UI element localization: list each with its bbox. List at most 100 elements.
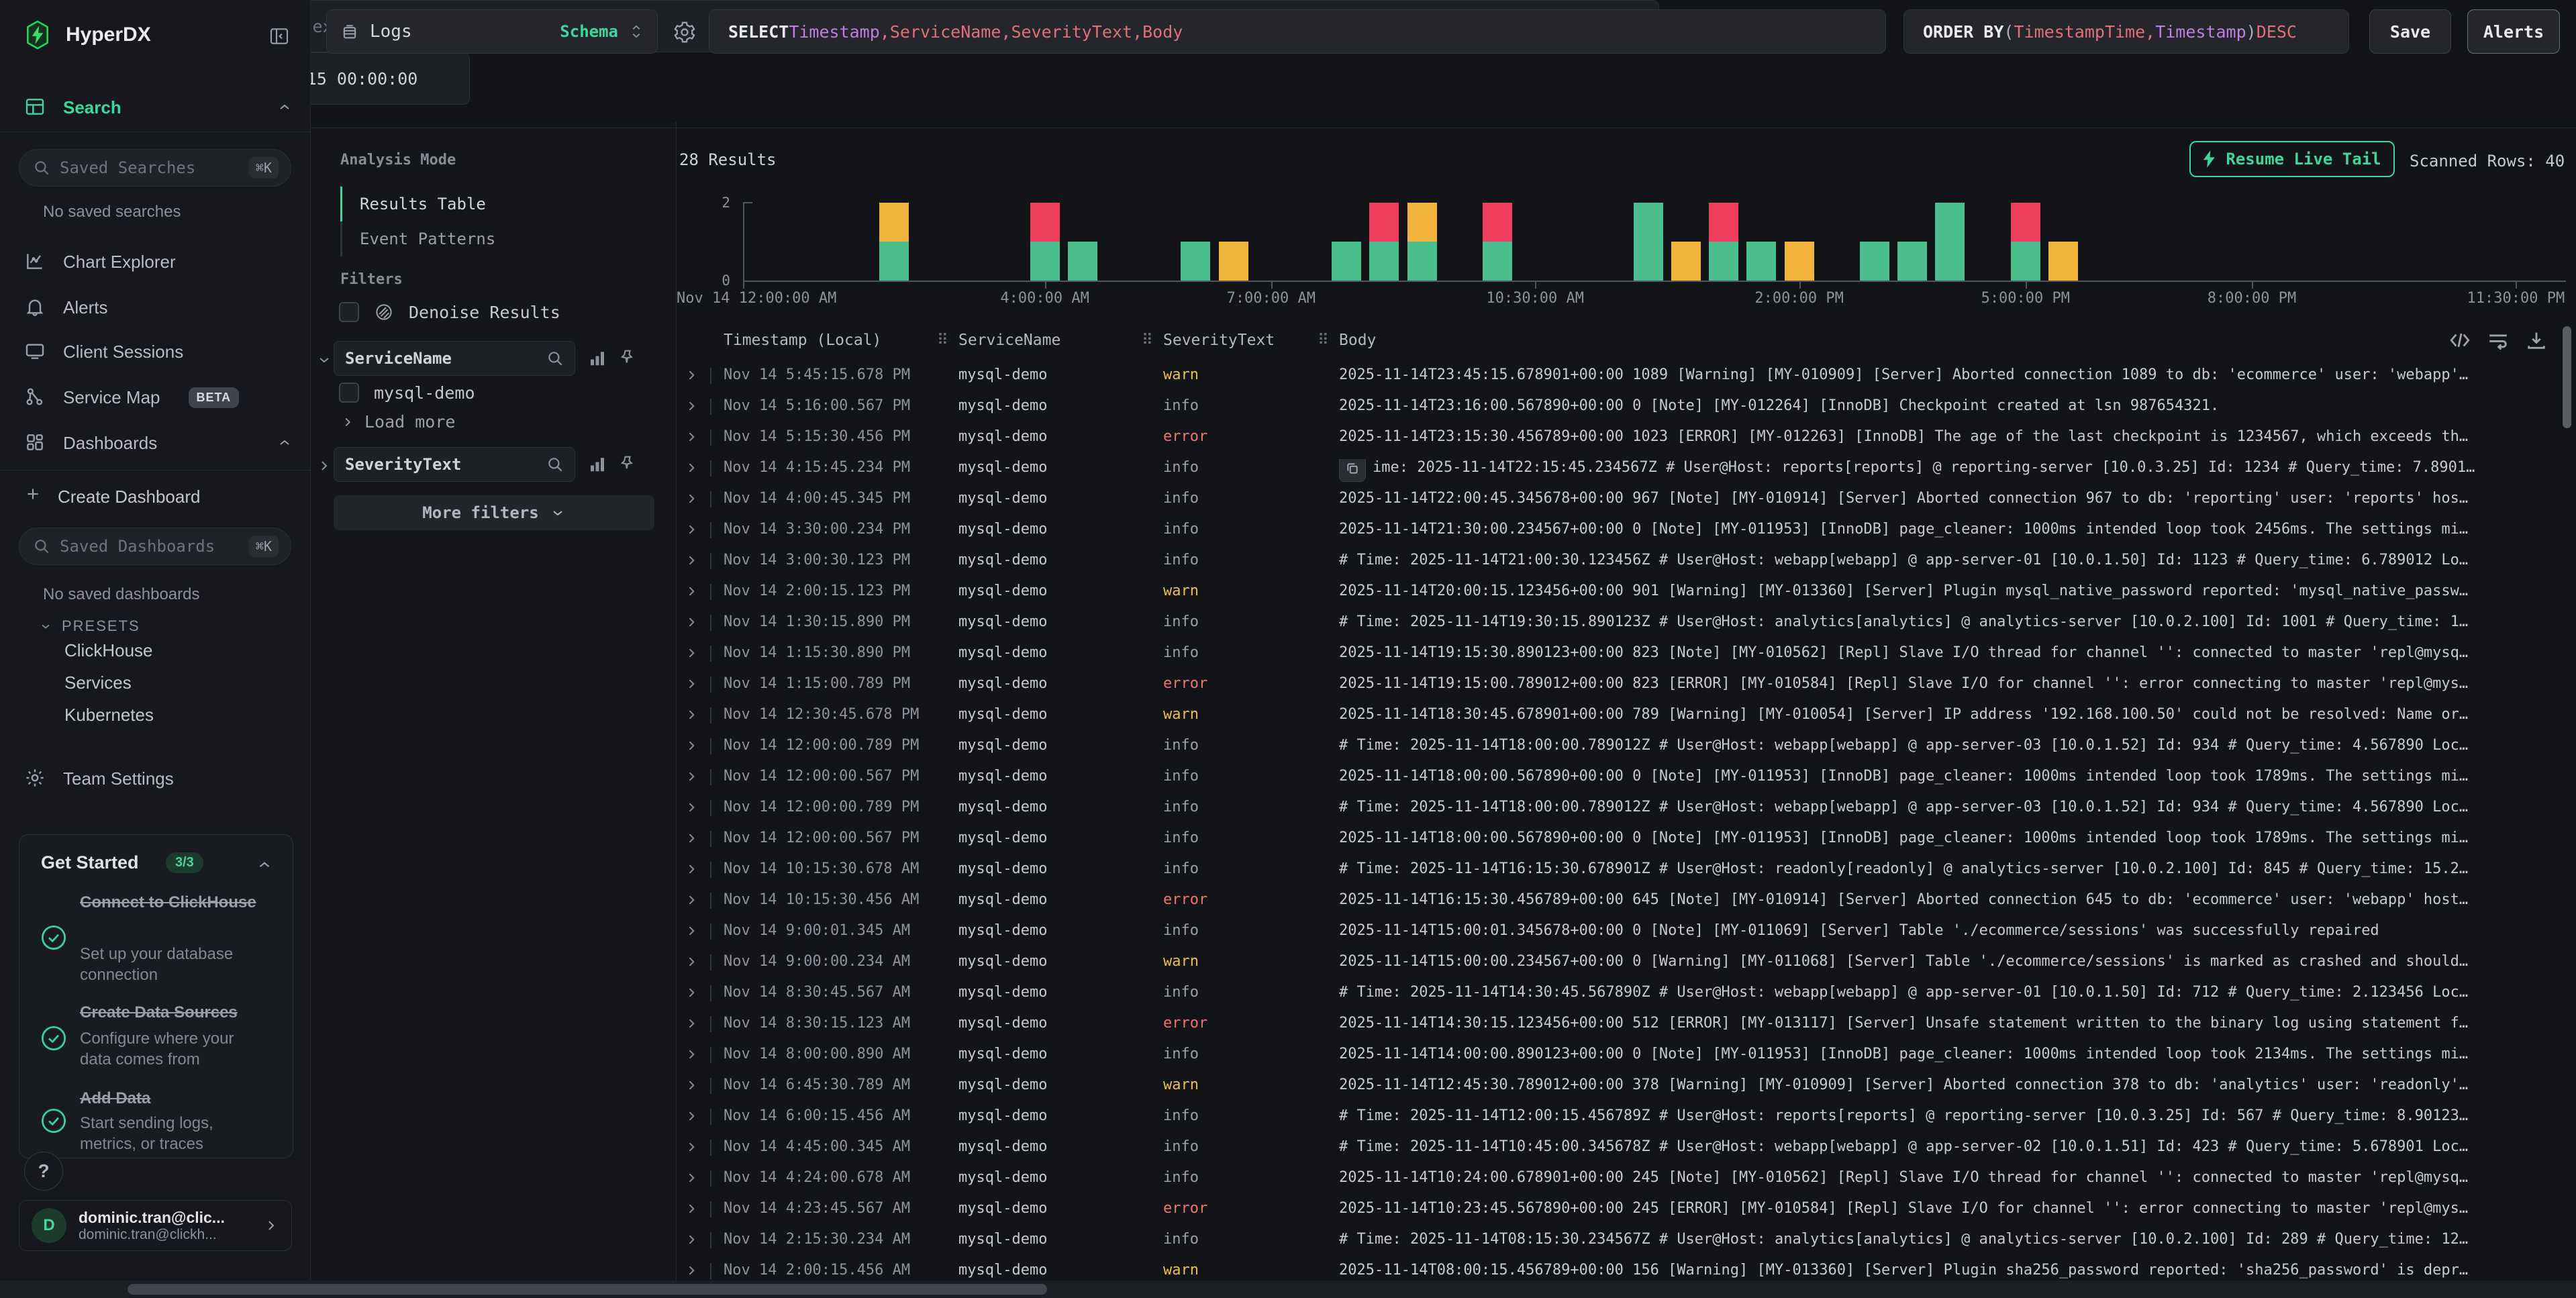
- select-clause-input[interactable]: SELECT Timestamp,ServiceName,SeverityTex…: [709, 9, 1886, 54]
- row-expand-icon[interactable]: [685, 707, 698, 722]
- row-expand-icon[interactable]: [685, 769, 698, 784]
- sidebar-item-dashboards[interactable]: Dashboards: [0, 427, 310, 459]
- tab-event-patterns[interactable]: Event Patterns: [340, 221, 562, 256]
- table-row[interactable]: Nov 14 5:15:30.456 PM mysql-demo error 2…: [677, 422, 2576, 453]
- column-header-severitytext[interactable]: SeverityText: [1163, 332, 1275, 349]
- source-select[interactable]: Logs Schema: [326, 9, 658, 54]
- table-row[interactable]: Nov 14 12:00:00.567 PM mysql-demo info 2…: [677, 823, 2576, 854]
- help-button[interactable]: ?: [24, 1152, 63, 1191]
- table-row[interactable]: Nov 14 8:00:00.890 AM mysql-demo info 20…: [677, 1040, 2576, 1070]
- row-expand-icon[interactable]: [685, 954, 698, 969]
- table-row[interactable]: Nov 14 10:15:30.678 AM mysql-demo info #…: [677, 854, 2576, 885]
- wrap-text-icon[interactable]: [2487, 329, 2510, 352]
- preset-item-clickhouse[interactable]: ClickHouse: [64, 640, 153, 661]
- source-settings-gear-icon[interactable]: [673, 20, 697, 44]
- chevron-up-icon[interactable]: [277, 99, 293, 115]
- row-expand-icon[interactable]: [685, 399, 698, 413]
- histogram-bar-530pm[interactable]: [2048, 242, 2078, 281]
- histogram-bar-200pm[interactable]: [1785, 242, 1814, 281]
- get-started-step-title[interactable]: Create Data Sources: [80, 1003, 258, 1023]
- table-row[interactable]: Nov 14 4:23:45.567 AM mysql-demo error 2…: [677, 1194, 2576, 1225]
- table-row[interactable]: Nov 14 5:16:00.567 PM mysql-demo info 20…: [677, 391, 2576, 422]
- table-row[interactable]: Nov 14 1:30:15.890 PM mysql-demo info # …: [677, 607, 2576, 638]
- saved-dashboards-input[interactable]: Saved Dashboards ⌘K: [19, 528, 291, 565]
- denoise-results-row[interactable]: Denoise Results: [339, 302, 560, 322]
- row-expand-icon[interactable]: [685, 1078, 698, 1093]
- search-icon[interactable]: [546, 350, 564, 367]
- table-row[interactable]: Nov 14 5:45:15.678 PM mysql-demo warn 20…: [677, 360, 2576, 391]
- vertical-scrollbar-thumb[interactable]: [2563, 326, 2571, 428]
- save-button[interactable]: Save: [2369, 9, 2451, 54]
- row-expand-icon[interactable]: [685, 584, 698, 599]
- create-dashboard-button[interactable]: Create Dashboard: [0, 481, 310, 513]
- saved-searches-input[interactable]: Saved Searches ⌘K: [19, 149, 291, 187]
- pin-icon[interactable]: [618, 454, 637, 472]
- table-row[interactable]: Nov 14 8:30:45.567 AM mysql-demo info # …: [677, 978, 2576, 1009]
- get-started-step-title[interactable]: Add Data: [80, 1089, 258, 1109]
- row-expand-icon[interactable]: [685, 491, 698, 506]
- results-histogram[interactable]: 2 0 Nov 14 12:00:00 AM4:00:00 AM7:00:00 …: [677, 196, 2576, 314]
- load-more-button[interactable]: Load more: [340, 412, 455, 432]
- row-expand-icon[interactable]: [685, 1140, 698, 1154]
- chevron-right-icon[interactable]: [316, 458, 332, 474]
- histogram-bar-400pm[interactable]: [1935, 203, 1965, 281]
- sidebar-item-alerts[interactable]: Alerts: [0, 291, 310, 323]
- filter-value-mysql-demo[interactable]: mysql-demo: [339, 383, 475, 403]
- table-row[interactable]: Nov 14 3:00:30.123 PM mysql-demo info # …: [677, 546, 2576, 577]
- chevron-down-icon[interactable]: [316, 352, 332, 368]
- table-row[interactable]: Nov 14 8:30:15.123 AM mysql-demo error 2…: [677, 1009, 2576, 1040]
- download-icon[interactable]: [2525, 329, 2548, 352]
- row-expand-icon[interactable]: [685, 893, 698, 907]
- sidebar-item-chart-explorer[interactable]: Chart Explorer: [0, 246, 310, 278]
- sidebar-item-search[interactable]: Search: [0, 91, 310, 123]
- table-row[interactable]: Nov 14 9:00:01.345 AM mysql-demo info 20…: [677, 916, 2576, 947]
- column-header-servicename[interactable]: ServiceName: [958, 332, 1060, 349]
- histogram-bar-200am[interactable]: [879, 203, 909, 281]
- histogram-bar-430am[interactable]: [1068, 242, 1097, 281]
- row-expand-icon[interactable]: [685, 460, 698, 475]
- table-row[interactable]: Nov 14 2:00:15.123 PM mysql-demo warn 20…: [677, 577, 2576, 607]
- sidebar-item-client-sessions[interactable]: Client Sessions: [0, 336, 310, 368]
- table-row[interactable]: Nov 14 2:15:30.234 AM mysql-demo info # …: [677, 1225, 2576, 1256]
- filter-group-servicename[interactable]: ServiceName: [334, 341, 575, 376]
- bar-chart-icon[interactable]: [587, 454, 607, 474]
- order-by-input[interactable]: ORDER BY (TimestampTime, Timestamp) DESC: [1903, 9, 2349, 54]
- get-started-step-title[interactable]: Connect to ClickHouse: [80, 893, 258, 913]
- row-expand-icon[interactable]: [685, 1016, 698, 1031]
- more-filters-button[interactable]: More filters: [334, 495, 654, 530]
- table-row[interactable]: Nov 14 6:45:30.789 AM mysql-demo warn 20…: [677, 1070, 2576, 1101]
- histogram-bar-130pm[interactable]: [1746, 242, 1776, 281]
- table-row[interactable]: Nov 14 9:00:00.234 AM mysql-demo warn 20…: [677, 947, 2576, 978]
- preset-item-kubernetes[interactable]: Kubernetes: [64, 705, 154, 726]
- sidebar-item-team-settings[interactable]: Team Settings: [0, 762, 310, 795]
- denoise-checkbox[interactable]: [339, 302, 359, 322]
- row-expand-icon[interactable]: [685, 522, 698, 537]
- drag-handle-icon[interactable]: ⠿: [937, 332, 948, 349]
- table-row[interactable]: Nov 14 12:00:00.567 PM mysql-demo info 2…: [677, 762, 2576, 793]
- histogram-bar-400am[interactable]: [1030, 203, 1060, 281]
- histogram-bar-900am[interactable]: [1407, 203, 1437, 281]
- chevron-up-icon[interactable]: [256, 856, 273, 874]
- row-expand-icon[interactable]: [685, 615, 698, 630]
- presets-header[interactable]: PRESETS: [39, 617, 140, 635]
- row-expand-icon[interactable]: [685, 553, 698, 568]
- user-card[interactable]: D dominic.tran@clic... dominic.tran@clic…: [19, 1200, 292, 1251]
- row-expand-icon[interactable]: [685, 1109, 698, 1124]
- row-expand-icon[interactable]: [685, 862, 698, 877]
- table-row[interactable]: Nov 14 6:00:15.456 AM mysql-demo info # …: [677, 1101, 2576, 1132]
- row-expand-icon[interactable]: [685, 1232, 698, 1247]
- row-expand-icon[interactable]: [685, 923, 698, 938]
- histogram-bar-1200pm[interactable]: [1634, 203, 1663, 281]
- filter-group-severitytext[interactable]: SeverityText: [334, 447, 575, 482]
- table-row[interactable]: Nov 14 1:15:30.890 PM mysql-demo info 20…: [677, 638, 2576, 669]
- table-row[interactable]: Nov 14 12:30:45.678 PM mysql-demo warn 2…: [677, 700, 2576, 731]
- row-expand-icon[interactable]: [685, 1263, 698, 1278]
- row-expand-icon[interactable]: [685, 430, 698, 444]
- row-expand-icon[interactable]: [685, 1170, 698, 1185]
- collapse-sidebar-icon[interactable]: [268, 26, 290, 47]
- histogram-bar-330pm[interactable]: [1897, 242, 1927, 281]
- code-view-icon[interactable]: [2448, 329, 2471, 352]
- row-expand-icon[interactable]: [685, 985, 698, 1000]
- row-expand-icon[interactable]: [685, 800, 698, 815]
- row-expand-icon[interactable]: [685, 646, 698, 660]
